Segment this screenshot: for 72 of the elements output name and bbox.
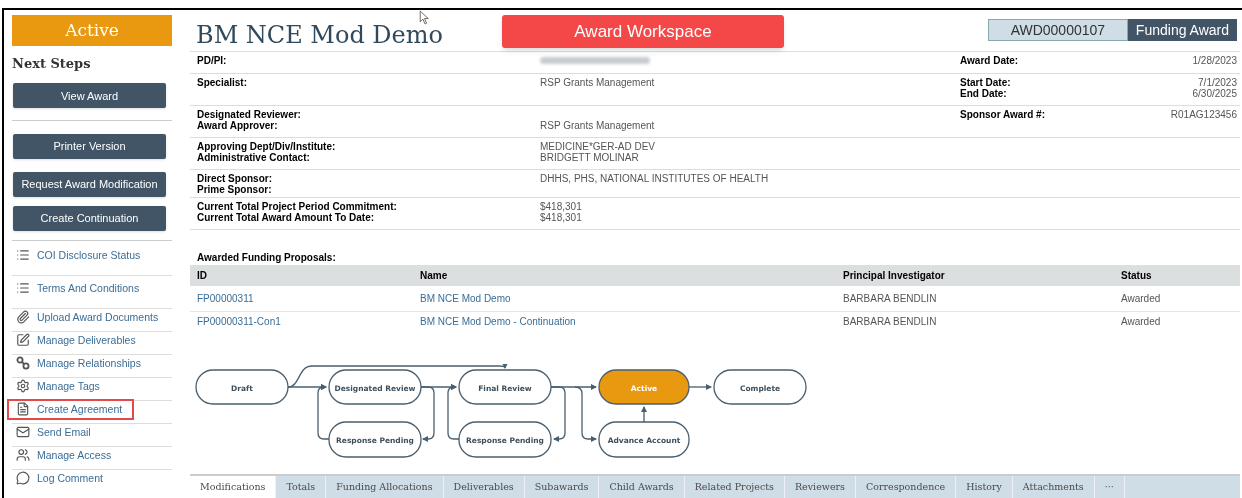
document-icon [16, 402, 30, 417]
field-value: MEDICINE*GER-AD DEV [540, 141, 656, 152]
table-link[interactable]: BM NCE Mod Demo [420, 291, 843, 306]
connector-arrow [688, 384, 712, 390]
table-cell-text: Awarded [1121, 292, 1162, 306]
field-label: Sponsor Award #: [960, 109, 1046, 120]
field-label: Approving Dept/Div/Institute: [197, 141, 337, 152]
sidebar-link[interactable]: Upload Award Documents [12, 308, 169, 327]
field-label: PD/PI: [197, 55, 228, 66]
field-label: Specialist: [197, 77, 249, 88]
people-icon [16, 448, 30, 463]
record-type: Funding Award [1127, 19, 1237, 41]
table-cell-text: BARBARA BENDLIN [843, 314, 938, 329]
field-value: $418,301 [540, 212, 583, 223]
workspace-banner: Award Workspace [502, 15, 784, 48]
field-value: $418,301 [540, 201, 583, 212]
field-label: Prime Sponsor: [197, 184, 273, 195]
sidebar-link[interactable]: Terms And Conditions [12, 279, 150, 298]
section-title: Awarded Funding Proposals: [197, 251, 337, 265]
field-label: Award Approver: [197, 120, 279, 131]
status-badge: Active [12, 15, 172, 46]
field-label: Administrative Contact: [197, 152, 310, 163]
field-value: BRIDGETT MOLINAR [540, 152, 640, 163]
cursor-icon [419, 10, 430, 25]
sidebar-link[interactable]: Manage Deliverables [12, 331, 146, 350]
column-header: Status [1121, 269, 1153, 283]
list-icon [16, 248, 30, 263]
action-button[interactable]: Printer Version [13, 134, 166, 159]
field-label: End Date: [960, 88, 1008, 99]
sidebar-link[interactable]: Send Email [12, 423, 101, 442]
sidebar-link[interactable]: Manage Access [12, 446, 122, 465]
column-header: Name [420, 269, 449, 283]
sidebar-link[interactable]: Create Agreement [9, 400, 133, 419]
settings-icon [16, 379, 30, 394]
field-label: Current Total Project Period Commitment: [197, 201, 398, 212]
field-value: 6/30/2025 [1192, 88, 1237, 99]
field-value: 1/28/2023 [1192, 55, 1237, 66]
field-label: Current Total Award Amount To Date: [197, 212, 376, 223]
table-link[interactable]: FP00000311-Con1 [190, 313, 420, 329]
page-title: BM NCE Mod Demo [196, 23, 444, 47]
field-value: 7/1/2023 [1198, 77, 1237, 88]
table-link[interactable]: FP00000311 [190, 291, 420, 306]
sidebar-link[interactable]: Log Comment [12, 469, 113, 488]
sidebar-link[interactable]: Manage Tags [12, 377, 110, 396]
tab[interactable]: Modifications [190, 476, 277, 498]
table-cell-text: Awarded [1121, 314, 1162, 329]
table-link[interactable]: BM NCE Mod Demo - Continuation [420, 313, 843, 329]
table-cell-text: BARBARA BENDLIN [843, 292, 938, 306]
column-header: Principal Investigator [843, 269, 946, 283]
linked-circles-icon [16, 356, 30, 371]
action-button[interactable]: Create Continuation [13, 205, 166, 231]
action-button[interactable]: Request Award Modification [13, 171, 166, 197]
field-value: RSP Grants Management [540, 77, 656, 88]
field-value: R01AG123456 [1170, 109, 1237, 120]
list-icon [16, 281, 30, 296]
mail-icon [16, 425, 30, 440]
action-button[interactable]: View Award [13, 83, 166, 109]
field-label: Direct Sponsor: [197, 173, 273, 184]
record-id: AWD00000107 [987, 19, 1128, 41]
next-steps-heading: Next Steps [12, 55, 92, 73]
field-value: RSP Grants Management [540, 120, 656, 131]
field-label: Award Date: [960, 55, 1020, 66]
field-label: Start Date: [960, 77, 1012, 88]
field-label: Designated Reviewer: [197, 109, 302, 120]
field-value: DHHS, PHS, NATIONAL INSTITUTES OF HEALTH [540, 173, 770, 184]
paperclip-icon [16, 310, 30, 325]
column-header: ID [196, 269, 208, 283]
connector-arrow [641, 406, 647, 423]
sidebar-link[interactable]: COI Disclosure Status [12, 246, 151, 265]
edit-icon [16, 333, 30, 348]
sidebar-link[interactable]: Manage Relationships [12, 354, 151, 373]
comment-icon [16, 471, 30, 486]
